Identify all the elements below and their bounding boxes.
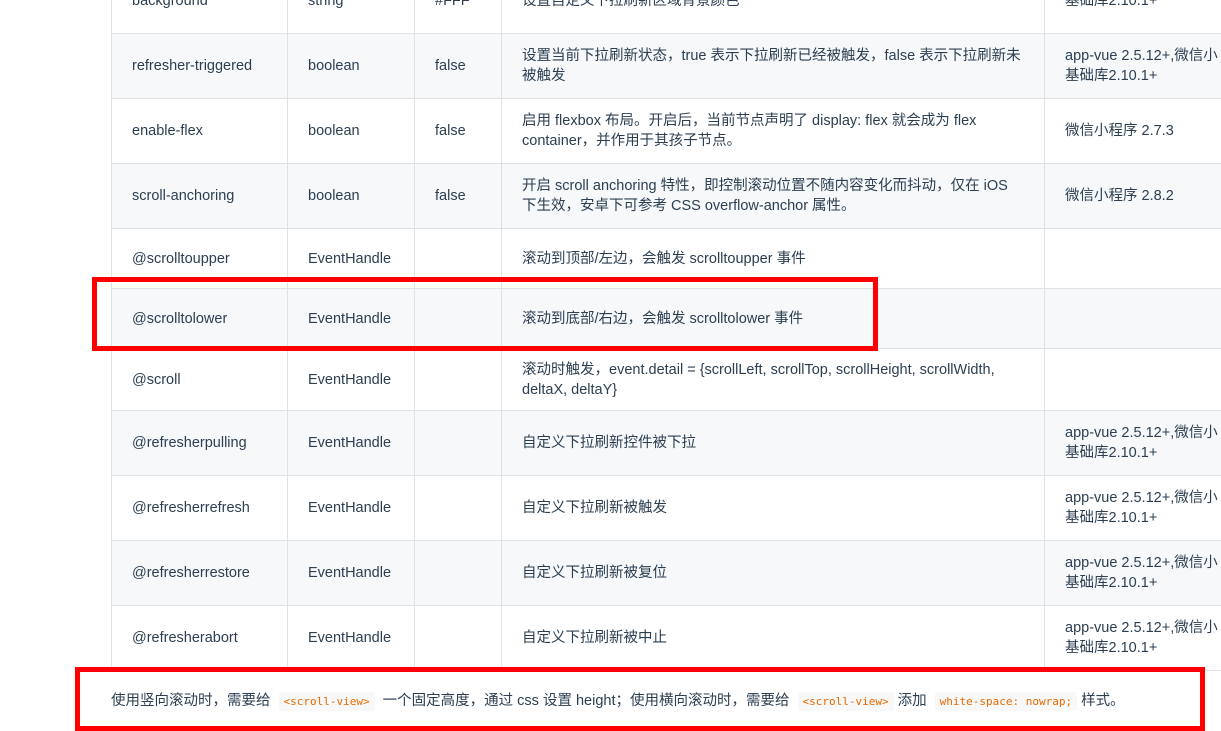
- note-text-1: 使用竖向滚动时，需要给: [111, 693, 271, 709]
- platform-line: 基础库2.10.1+: [1065, 510, 1158, 526]
- prop-default-cell: false: [414, 98, 502, 164]
- prop-desc-cell: 滚动时触发，event.detail = {scrollLeft, scroll…: [501, 348, 1045, 411]
- platform-line: app-vue 2.5.12+,微信小: [1065, 425, 1218, 441]
- prop-type-cell: EventHandle: [287, 228, 415, 289]
- prop-type-cell: boolean: [287, 98, 415, 164]
- prop-desc-cell: 自定义下拉刷新控件被下拉: [501, 410, 1045, 476]
- prop-name-cell: @refresherrefresh: [111, 475, 288, 541]
- prop-type-cell: boolean: [287, 163, 415, 229]
- prop-desc-cell: 设置当前下拉刷新状态，true 表示下拉刷新已经被触发，false 表示下拉刷新…: [501, 33, 1045, 99]
- prop-name-cell: enable-flex: [111, 98, 288, 164]
- platform-line: app-vue 2.5.12+,微信小: [1065, 620, 1218, 636]
- platform-line: 基础库2.10.1+: [1065, 0, 1158, 9]
- table-row: enable-flex boolean false 启用 flexbox 布局。开启后…: [111, 98, 1221, 164]
- code-scroll-view-2: <scroll-view>: [797, 692, 894, 711]
- prop-platform-cell: [1044, 348, 1221, 411]
- table-row: @refresherabort EventHandle 自定义下拉刷新被中止 app-…: [111, 605, 1221, 671]
- prop-desc-cell: 滚动到底部/右边，会触发 scrolltolower 事件: [501, 288, 1045, 349]
- code-scroll-view-1: <scroll-view>: [278, 692, 375, 711]
- table-row: @scrolltolower EventHandle 滚动到底部/右边，会触发 sc…: [111, 288, 1221, 349]
- prop-platform-cell: [1044, 228, 1221, 289]
- note-text-2: 一个固定高度，通过 css 设置 height；使用横向滚动时，需要给: [382, 693, 790, 709]
- table-row: @refresherrefresh EventHandle 自定义下拉刷新被触发 ap…: [111, 475, 1221, 541]
- prop-platform-cell: app-vue 2.5.12+,微信小 基础库2.10.1+: [1044, 475, 1221, 541]
- prop-name-cell: refresher-triggered: [111, 33, 288, 99]
- prop-default-cell: [414, 605, 502, 671]
- platform-line: 基础库2.10.1+: [1065, 575, 1158, 591]
- prop-type-cell: EventHandle: [287, 475, 415, 541]
- code-white-space: white-space: nowrap;: [934, 692, 1078, 711]
- prop-desc-cell: 自定义下拉刷新被触发: [501, 475, 1045, 541]
- platform-line: 基础库2.10.1+: [1065, 640, 1158, 656]
- prop-desc-cell: 滚动到顶部/左边，会触发 scrolltoupper 事件: [501, 228, 1045, 289]
- prop-platform-cell: 基础库2.10.1+: [1044, 0, 1221, 34]
- props-table-body: background string #FFF 设置自定义下拉刷新区域背景颜色基础库2.…: [111, 0, 1221, 671]
- prop-desc-cell: 启用 flexbox 布局。开启后，当前节点声明了 display: flex …: [501, 98, 1045, 164]
- platform-line: app-vue 2.5.12+,微信小: [1065, 48, 1218, 64]
- table-row: background string #FFF 设置自定义下拉刷新区域背景颜色 基础库2.…: [111, 0, 1221, 34]
- platform-line: 基础库2.10.1+: [1065, 68, 1158, 84]
- props-table: background string #FFF 设置自定义下拉刷新区域背景颜色基础库2.…: [111, 0, 1221, 671]
- prop-platform-cell: [1044, 288, 1221, 349]
- prop-platform-cell: 微信小程序 2.7.3: [1044, 98, 1221, 164]
- prop-desc-cell: 开启 scroll anchoring 特性，即控制滚动位置不随内容变化而抖动，…: [501, 163, 1045, 229]
- prop-name-cell: @refresherabort: [111, 605, 288, 671]
- platform-line: 基础库2.10.1+: [1065, 445, 1158, 461]
- table-row: @scroll EventHandle 滚动时触发，event.detail = {…: [111, 348, 1221, 411]
- prop-name-cell: @refresherpulling: [111, 410, 288, 476]
- platform-line: app-vue 2.5.12+,微信小: [1065, 490, 1218, 506]
- prop-name-cell: @refresherrestore: [111, 540, 288, 606]
- prop-platform-cell: app-vue 2.5.12+,微信小 基础库2.10.1+: [1044, 605, 1221, 671]
- prop-default-cell: false: [414, 163, 502, 229]
- doc-page: background string #FFF 设置自定义下拉刷新区域背景颜色基础库2.…: [0, 0, 1221, 731]
- prop-name-cell: @scrolltoupper: [111, 228, 288, 289]
- usage-note: 使用竖向滚动时，需要给 <scroll-view> 一个固定高度，通过 css …: [111, 690, 1125, 713]
- prop-default-cell: [414, 288, 502, 349]
- prop-default-cell: [414, 410, 502, 476]
- prop-type-cell: string: [287, 0, 415, 34]
- prop-default-cell: #FFF: [414, 0, 502, 34]
- prop-desc-cell: 自定义下拉刷新被复位: [501, 540, 1045, 606]
- table-row: scroll-anchoring boolean false 开启 scroll an…: [111, 163, 1221, 229]
- prop-platform-cell: app-vue 2.5.12+,微信小 基础库2.10.1+: [1044, 410, 1221, 476]
- prop-type-cell: EventHandle: [287, 410, 415, 476]
- table-row: @scrolltoupper EventHandle 滚动到顶部/左边，会触发 sc…: [111, 228, 1221, 289]
- prop-type-cell: EventHandle: [287, 605, 415, 671]
- prop-desc-cell: 自定义下拉刷新被中止: [501, 605, 1045, 671]
- prop-type-cell: EventHandle: [287, 540, 415, 606]
- platform-line: 微信小程序 2.7.3: [1065, 123, 1174, 139]
- prop-default-cell: [414, 348, 502, 411]
- note-text-3: 添加: [897, 693, 927, 709]
- prop-desc-cell: 设置自定义下拉刷新区域背景颜色: [501, 0, 1045, 34]
- prop-name-cell: @scroll: [111, 348, 288, 411]
- table-row: refresher-triggered boolean false 设置当前下拉刷新状…: [111, 33, 1221, 99]
- table-row: @refresherrestore EventHandle 自定义下拉刷新被复位 ap…: [111, 540, 1221, 606]
- prop-platform-cell: 微信小程序 2.8.2: [1044, 163, 1221, 229]
- note-text-4: 样式。: [1081, 693, 1125, 709]
- prop-name-cell: scroll-anchoring: [111, 163, 288, 229]
- prop-name-cell: @scrolltolower: [111, 288, 288, 349]
- prop-default-cell: [414, 475, 502, 541]
- prop-default-cell: [414, 228, 502, 289]
- prop-name-cell: background: [111, 0, 288, 34]
- prop-default-cell: false: [414, 33, 502, 99]
- prop-type-cell: boolean: [287, 33, 415, 99]
- prop-default-cell: [414, 540, 502, 606]
- table-row: @refresherpulling EventHandle 自定义下拉刷新控件被下拉…: [111, 410, 1221, 476]
- prop-type-cell: EventHandle: [287, 288, 415, 349]
- platform-line: app-vue 2.5.12+,微信小: [1065, 555, 1218, 571]
- prop-platform-cell: app-vue 2.5.12+,微信小 基础库2.10.1+: [1044, 33, 1221, 99]
- platform-line: 微信小程序 2.8.2: [1065, 188, 1174, 204]
- prop-platform-cell: app-vue 2.5.12+,微信小 基础库2.10.1+: [1044, 540, 1221, 606]
- prop-type-cell: EventHandle: [287, 348, 415, 411]
